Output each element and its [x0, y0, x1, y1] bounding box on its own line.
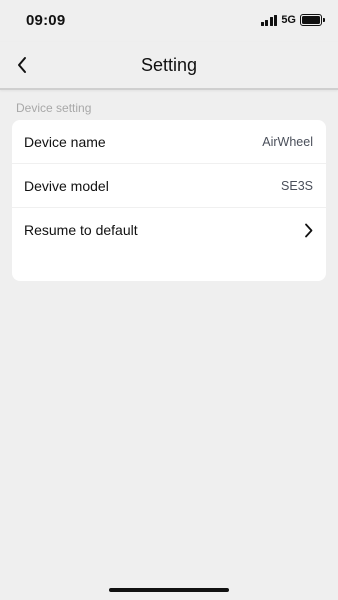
signal-icon: [260, 14, 278, 26]
chevron-right-icon: [304, 223, 313, 238]
resume-default-label: Resume to default: [24, 222, 138, 238]
resume-default-row[interactable]: Resume to default: [12, 208, 326, 252]
device-name-value: AirWheel: [262, 134, 313, 149]
status-time: 09:09: [26, 12, 66, 29]
home-indicator: [109, 588, 229, 592]
device-name-label: Device name: [24, 133, 106, 150]
battery-fill: [302, 16, 320, 24]
network-label: 5G: [281, 14, 296, 26]
status-bar: 09:09 5G: [0, 0, 338, 42]
device-model-row[interactable]: Devive model SE3S: [12, 164, 326, 208]
section-label: Device setting: [16, 101, 92, 115]
device-name-row[interactable]: Device name AirWheel: [12, 120, 326, 164]
nav-bar: Setting: [0, 42, 338, 90]
device-model-value: SE3S: [281, 178, 313, 193]
settings-card: Device name AirWheel Devive model SE3S R…: [12, 120, 326, 281]
status-icons: 5G: [260, 14, 325, 26]
device-model-label: Devive model: [24, 177, 109, 194]
page-title: Setting: [140, 55, 198, 75]
battery-icon: [300, 14, 325, 26]
